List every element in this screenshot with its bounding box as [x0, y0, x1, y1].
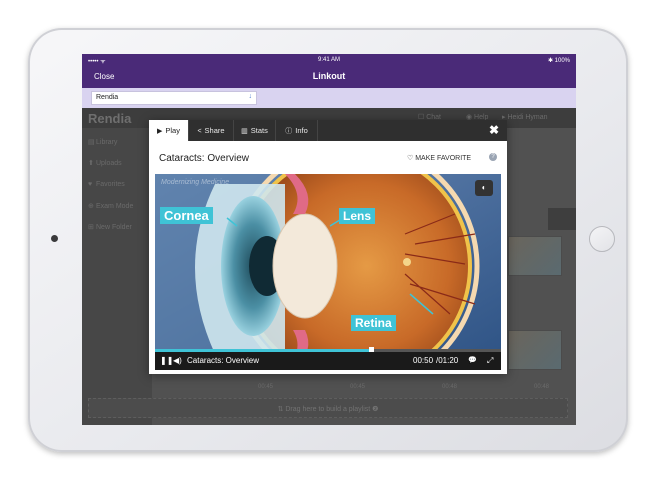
modal-tabs: ▶ Play < Share ▥ Stats ⓘ Info ✖	[149, 120, 507, 141]
tab-label: Stats	[250, 126, 268, 135]
volume-icon[interactable]: ◀)	[173, 356, 182, 365]
sidebar-item-library[interactable]: ▤Library	[88, 138, 117, 146]
folder-icon: ⊞	[88, 224, 94, 231]
tab-info[interactable]: ⓘ Info	[276, 120, 318, 141]
video-duration: 00:45	[350, 384, 366, 390]
sidebar-item-label: New Folder	[96, 224, 132, 231]
upload-icon: ⬆	[88, 160, 94, 167]
video-duration: 00:45	[258, 384, 274, 390]
retina-label: Retina	[351, 315, 396, 331]
total-time: /01:20	[436, 356, 459, 365]
fullscreen-icon[interactable]: ⤢	[487, 356, 493, 366]
playlist-drop-zone[interactable]: ⇅ Drag here to build a playlist ❷	[88, 398, 568, 418]
tablet-screen: ••••• ᯤ 9:41 AM ✱ 100% Close Linkout Ren…	[82, 54, 576, 425]
front-camera	[51, 235, 58, 242]
make-favorite-button[interactable]: ♡ MAKE FAVORITE	[407, 154, 471, 162]
close-icon[interactable]: ✖	[489, 123, 499, 137]
sidebar-item-label: Uploads	[96, 160, 122, 167]
lens-label: Lens	[339, 208, 376, 224]
sidebar-item-label: Library	[96, 139, 118, 146]
tab-play[interactable]: ▶ Play	[149, 120, 189, 141]
exam-icon: ⊕	[88, 203, 94, 210]
navigation-bar: Close Linkout	[82, 66, 576, 88]
video-title: Cataracts: Overview	[159, 153, 250, 164]
url-input[interactable]: Rendia ↓	[91, 91, 257, 105]
download-arrow-icon[interactable]: ↓	[249, 93, 253, 100]
sidebar-item-label: Favorites	[96, 181, 125, 188]
video-control-title: Cataracts: Overview	[187, 356, 260, 365]
watermark: Modernizing Medicine	[161, 179, 230, 186]
chat-icon[interactable]: 💬	[468, 356, 477, 364]
tab-label: Share	[204, 126, 225, 135]
tab-share[interactable]: < Share	[189, 120, 234, 141]
video-controls: ❚❚ ◀) Cataracts: Overview 00:50 /01:20 💬…	[155, 352, 501, 370]
eye-anatomy-illustration	[155, 174, 501, 370]
pause-icon[interactable]: ❚❚	[160, 356, 173, 365]
library-icon: ▤	[88, 139, 95, 146]
sidebar-item-new-folder[interactable]: ⊞ New Folder	[88, 223, 132, 231]
sidebar: ▤Library ⬆ Uploads ♥ Favorites ⊕ Exam Mode …	[82, 128, 152, 425]
battery-indicator: ✱ 100%	[547, 58, 570, 64]
sidebar-item-label: Exam Mode	[96, 203, 134, 210]
home-button[interactable]	[589, 226, 615, 252]
help-icon[interactable]: ?	[489, 153, 497, 161]
tab-stats[interactable]: ▥ Stats	[234, 120, 276, 141]
current-time: 00:50	[413, 356, 434, 365]
sidebar-item-uploads[interactable]: ⬆ Uploads	[88, 159, 122, 167]
tab-label: Info	[295, 126, 308, 135]
heart-icon: ♥	[88, 181, 93, 188]
clock: 9:41 AM	[317, 57, 340, 63]
share-icon: <	[197, 128, 202, 135]
cornea-label: Cornea	[160, 207, 213, 224]
tab-label: Play	[165, 126, 180, 135]
page-title: Linkout	[312, 71, 346, 81]
content-banner	[548, 208, 576, 230]
user-menu[interactable]: ▸ Heidi Hyman	[502, 113, 548, 121]
url-bar: Rendia ↓	[82, 88, 576, 108]
video-modal: ▶ Play < Share ▥ Stats ⓘ Info ✖ Cataracts: O…	[149, 120, 507, 374]
captions-icon[interactable]: ◐	[475, 180, 493, 196]
video-player[interactable]: Modernizing Medicine Cornea Lens Retina …	[155, 174, 501, 370]
app-logo: Rendia	[88, 111, 132, 126]
play-icon: ▶	[157, 128, 163, 135]
video-thumbnail[interactable]	[508, 330, 562, 370]
sidebar-item-favorites[interactable]: ♥ Favorites	[88, 181, 125, 188]
sidebar-item-exam-mode[interactable]: ⊕ Exam Mode	[88, 202, 133, 210]
stats-icon: ▥	[241, 128, 248, 135]
status-bar: ••••• ᯤ 9:41 AM ✱ 100%	[82, 54, 576, 66]
url-value: Rendia	[96, 94, 119, 101]
info-icon: ⓘ	[285, 128, 293, 135]
video-duration: 00:48	[442, 384, 458, 390]
video-thumbnail[interactable]	[508, 236, 562, 276]
video-duration: 00:48	[534, 384, 550, 390]
